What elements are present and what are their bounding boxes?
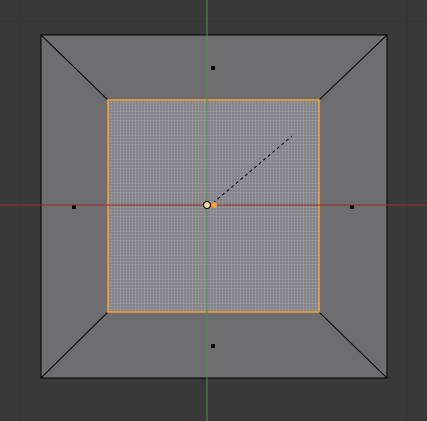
face-dot-bottom[interactable] bbox=[211, 344, 215, 348]
face-dot-top[interactable] bbox=[211, 66, 215, 70]
3d-viewport[interactable] bbox=[0, 0, 427, 421]
viewport-canvas[interactable] bbox=[0, 0, 427, 421]
face-dot-left[interactable] bbox=[72, 205, 76, 209]
face-dot-right[interactable] bbox=[350, 205, 354, 209]
